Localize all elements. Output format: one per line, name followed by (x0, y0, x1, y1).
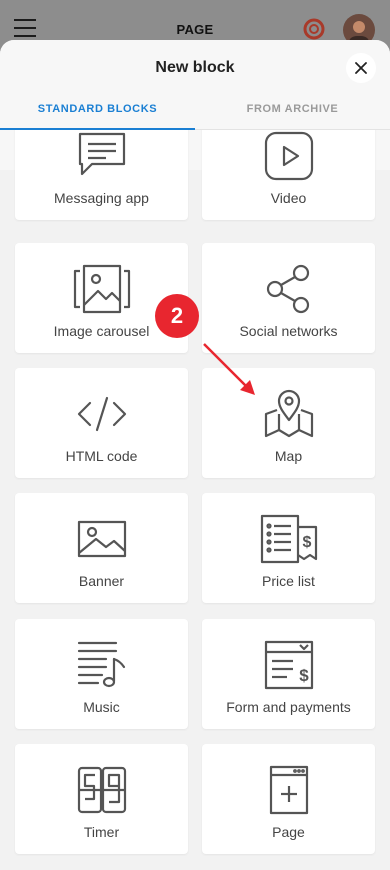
block-grid: Messaging app Video Image carousel Socia… (0, 130, 390, 870)
play-icon (202, 130, 375, 182)
block-price-list[interactable]: $ Price list (202, 493, 375, 603)
sheet-title: New block (155, 59, 235, 76)
block-messaging-app[interactable]: Messaging app (15, 130, 188, 220)
image-icon (15, 513, 188, 565)
block-label: Messaging app (54, 190, 149, 206)
close-button[interactable] (346, 53, 376, 83)
block-video[interactable]: Video (202, 130, 375, 220)
tab-standard-blocks[interactable]: STANDARD BLOCKS (0, 92, 195, 130)
block-music[interactable]: Music (15, 619, 188, 729)
block-page[interactable]: Page (202, 744, 375, 854)
block-label: Music (83, 699, 120, 715)
share-icon (202, 263, 375, 315)
block-label: Timer (83, 824, 120, 840)
close-icon (355, 62, 367, 74)
music-icon (15, 639, 188, 691)
block-label: Page (272, 824, 305, 840)
block-label: Map (274, 448, 303, 464)
block-label: Social networks (239, 323, 338, 339)
new-block-sheet: New block STANDARD BLOCKS FROM ARCHIVE M… (0, 40, 390, 870)
block-label: Video (270, 190, 307, 206)
block-form-and-payments[interactable]: $ Form and payments (202, 619, 375, 729)
block-timer[interactable]: Timer (15, 744, 188, 854)
form-payment-icon: $ (202, 639, 375, 691)
svg-text:$: $ (302, 534, 311, 551)
price-list-icon: $ (202, 513, 375, 565)
step-marker: 2 (155, 294, 199, 338)
block-label: Form and payments (226, 699, 351, 715)
chat-bubble-icon (15, 130, 188, 182)
block-social-networks[interactable]: Social networks (202, 243, 375, 353)
pointer-arrow-icon (203, 343, 255, 395)
block-label: Price list (262, 573, 315, 589)
block-html-code[interactable]: HTML code (15, 368, 188, 478)
page-label: PAGE (176, 22, 214, 37)
svg-text:$: $ (299, 666, 309, 685)
tab-from-archive[interactable]: FROM ARCHIVE (195, 92, 390, 130)
lifebuoy-icon[interactable] (303, 18, 325, 40)
flip-timer-icon (15, 764, 188, 816)
block-label: HTML code (65, 448, 138, 464)
code-icon (15, 388, 188, 440)
block-label: Banner (78, 573, 125, 589)
block-banner[interactable]: Banner (15, 493, 188, 603)
add-page-icon (202, 764, 375, 816)
